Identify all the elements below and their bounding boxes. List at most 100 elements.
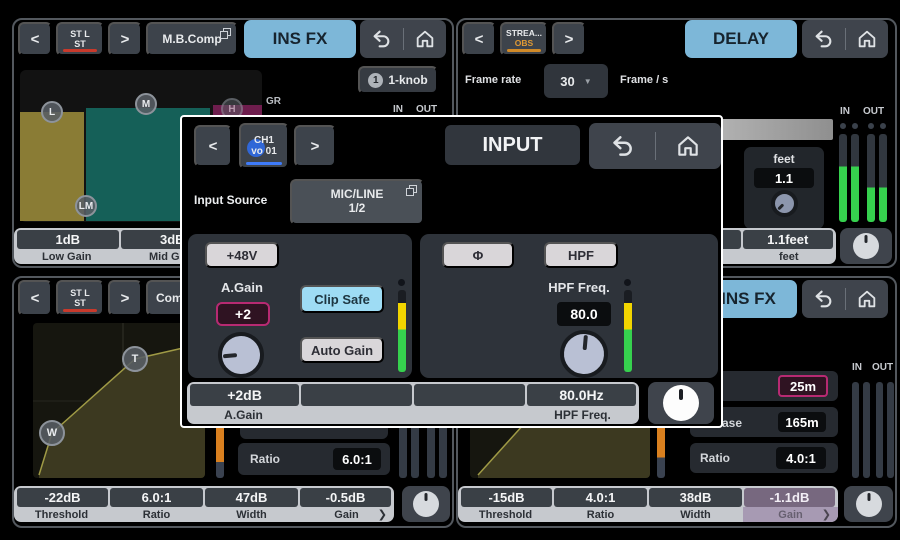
param-value: 1dB (17, 230, 119, 249)
hpf-freq-value[interactable]: 80.0 (557, 302, 611, 326)
hpf-knob[interactable] (558, 328, 610, 380)
param-again[interactable]: +2dBA.Gain (187, 382, 300, 424)
touch-knob-button[interactable] (840, 228, 892, 264)
nav-group (802, 280, 888, 318)
out-label: OUT (863, 106, 884, 117)
param-ratio[interactable]: 6.0:1Ratio (109, 486, 204, 522)
phase-button[interactable]: Φ (442, 242, 514, 268)
ratio-value-text: 6.0:1 (342, 452, 372, 467)
clip-safe-button[interactable]: Clip Safe (300, 285, 384, 313)
one-knob-button[interactable]: 1 1-knob (358, 66, 438, 94)
param-width[interactable]: 47dBWidth (204, 486, 299, 522)
ratio-value[interactable]: 4.0:1 (776, 447, 826, 469)
channel-name: CH1 (254, 135, 274, 147)
param-threshold[interactable]: -15dBThreshold (458, 486, 553, 522)
home-icon[interactable] (856, 288, 878, 310)
param-ratio[interactable]: 4.0:1Ratio (553, 486, 648, 522)
mid-band-knob[interactable]: M (135, 93, 157, 115)
channel-select-button[interactable]: ST L ST (56, 22, 104, 56)
next-channel-button[interactable]: > (294, 125, 336, 167)
channel-select-button[interactable]: ST L ST (56, 280, 104, 316)
back-icon: < (31, 31, 40, 48)
threshold-knob-handle[interactable]: T (122, 346, 148, 372)
channel-select-button[interactable]: STREA... OBS (500, 22, 548, 56)
ratio-row[interactable]: Ratio 4.0:1 (690, 443, 838, 473)
prev-channel-button[interactable]: < (18, 280, 52, 316)
again-value[interactable]: +2 (216, 302, 270, 326)
home-icon[interactable] (856, 28, 878, 50)
param-low-gain[interactable]: 1dBLow Gain (14, 228, 120, 264)
again-knob[interactable] (216, 330, 266, 380)
param-delay-feet[interactable]: 1.1feetfeet (742, 228, 837, 264)
param-empty-2[interactable] (413, 382, 526, 424)
frame-rate-dropdown[interactable]: 30 ▼ (544, 64, 608, 98)
hpf-button[interactable]: HPF (544, 242, 618, 268)
meter-peak-dot (624, 279, 631, 286)
ratio-label: Ratio (700, 451, 730, 465)
copy-icon (406, 185, 417, 196)
delay-knob[interactable] (765, 184, 803, 222)
delay-unit-label: feet (744, 152, 824, 166)
home-icon[interactable] (414, 28, 436, 50)
prev-channel-button[interactable]: < (18, 22, 52, 56)
param-gain-selected[interactable]: -1.1dBGain❯ (743, 486, 838, 522)
param-hpf-freq[interactable]: 80.0HzHPF Freq. (526, 382, 639, 424)
param-value: 80.0Hz (527, 384, 636, 406)
knob-letter: L (49, 107, 55, 118)
prev-channel-button[interactable]: < (462, 22, 496, 56)
param-label: HPF Freq. (526, 406, 639, 424)
modal-title-text: INPUT (483, 134, 543, 157)
undo-icon[interactable] (609, 133, 635, 159)
attack-value[interactable]: 25m (778, 375, 828, 397)
hpf-freq-label: HPF Freq. (534, 280, 624, 295)
prev-channel-button[interactable]: < (194, 125, 232, 167)
channel-name-2: ST (74, 39, 86, 49)
frame-rate-label: Frame rate (465, 74, 521, 86)
param-value: 1.1feet (743, 230, 834, 249)
phase-label: Φ (473, 248, 484, 263)
low-mid-cross-knob[interactable]: LM (75, 195, 97, 217)
input-source-line2: 1/2 (349, 202, 366, 216)
divider (655, 132, 656, 160)
undo-icon[interactable] (370, 28, 392, 50)
ratio-label: Ratio (250, 452, 280, 466)
knob-icon (856, 491, 882, 517)
touch-knob-button[interactable] (844, 486, 893, 522)
next-channel-button[interactable]: > (108, 22, 142, 56)
undo-icon[interactable] (812, 28, 834, 50)
auto-gain-button[interactable]: Auto Gain (300, 337, 384, 363)
hpf-level-meter (624, 290, 632, 372)
param-width[interactable]: 38dBWidth (648, 486, 743, 522)
param-value: -0.5dB (300, 488, 391, 507)
param-empty-1[interactable] (300, 382, 413, 424)
input-source-button[interactable]: MIC/LINE 1/2 (290, 179, 424, 225)
low-band-knob[interactable]: L (41, 101, 63, 123)
ratio-row[interactable]: Ratio 6.0:1 (238, 443, 390, 475)
delay-value[interactable]: 1.1 (754, 168, 814, 188)
ratio-value[interactable]: 6.0:1 (333, 448, 381, 470)
fx-type-button[interactable]: M.B.Comp (146, 22, 238, 56)
home-icon[interactable] (675, 133, 701, 159)
param-threshold[interactable]: -22dBThreshold (14, 486, 109, 522)
phantom-48v-button[interactable]: +48V (205, 242, 279, 268)
attack-value-text: 25m (790, 379, 816, 394)
again-label: A.Gain (202, 280, 282, 295)
param-value (414, 384, 525, 406)
release-value[interactable]: 165m (778, 412, 826, 432)
meter-peak-dot (398, 279, 405, 286)
knob-letter: M (142, 99, 150, 110)
channel-select-button[interactable]: CH1 vo 01 (239, 123, 289, 169)
comp-type-label: Com (156, 291, 183, 305)
param-value: +2dB (190, 384, 299, 406)
param-gain[interactable]: -0.5dBGain❯ (299, 486, 394, 522)
width-knob-handle[interactable]: W (39, 420, 65, 446)
touch-knob-button[interactable] (402, 486, 450, 522)
next-channel-button[interactable]: > (552, 22, 586, 56)
next-channel-button[interactable]: > (108, 280, 142, 316)
out-meter-r (887, 382, 894, 478)
param-value: -22dB (17, 488, 108, 507)
undo-icon[interactable] (812, 288, 834, 310)
one-knob-label: 1-knob (388, 73, 427, 87)
touch-knob-button[interactable] (648, 382, 714, 424)
out-meter-l (867, 134, 875, 222)
